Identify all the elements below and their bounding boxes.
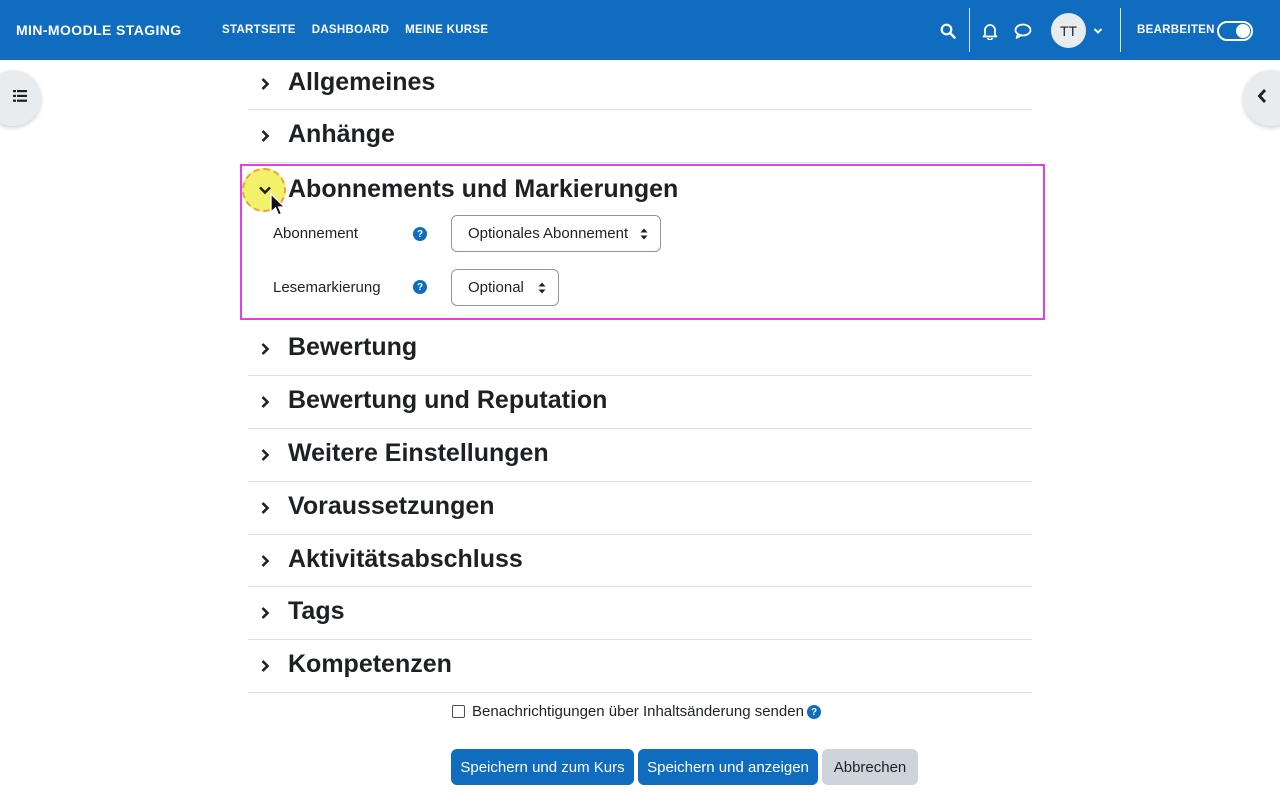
lesemarkierung-label: Lesemarkierung [273,279,381,296]
chevron-right-icon[interactable] [258,77,272,91]
section-weitere-einstellungen: Weitere Einstellungen [248,429,1032,482]
notify-label[interactable]: Benachrichtigungen über Inhaltsänderung … [472,703,804,720]
section-title[interactable]: Bewertung und Reputation [288,386,607,415]
save-return-course-button[interactable]: Speichern und zum Kurs [451,749,634,785]
chevron-right-icon[interactable] [258,606,272,620]
block-drawer-button[interactable] [1243,70,1280,126]
toggle-knob [1236,24,1250,38]
chevron-right-icon[interactable] [258,342,272,356]
list-icon [13,89,27,107]
section-kompetenzen: Kompetenzen [248,640,1032,693]
bell-icon[interactable] [981,21,999,41]
lesemarkierung-value: Optional [468,279,524,296]
help-icon[interactable]: ? [413,227,427,241]
chevron-down-icon[interactable] [1093,26,1103,36]
section-title[interactable]: Voraussetzungen [288,492,495,521]
edit-mode-label: BEARBEITEN [1137,24,1215,36]
nav-dashboard[interactable]: DASHBOARD [312,24,389,36]
chevron-right-icon[interactable] [258,448,272,462]
section-title[interactable]: Bewertung [288,333,417,362]
select-arrows-icon [640,227,648,241]
section-title[interactable]: Kompetenzen [288,650,452,679]
section-title[interactable]: Weitere Einstellungen [288,439,549,468]
chevron-right-icon[interactable] [258,501,272,515]
lesemarkierung-select[interactable]: Optional [451,269,559,306]
section-aktivitaetsabschluss: Aktivitätsabschluss [248,535,1032,587]
section-bewertung-reputation: Bewertung und Reputation [248,376,1032,429]
section-title[interactable]: Tags [288,597,345,626]
section-title[interactable]: Allgemeines [288,68,435,97]
chevron-right-icon[interactable] [258,554,272,568]
section-title[interactable]: Anhänge [288,120,395,149]
chevron-right-icon[interactable] [258,659,272,673]
abonnement-select[interactable]: Optionales Abonnement [451,215,661,252]
section-title[interactable]: Aktivitätsabschluss [288,545,523,574]
nav-startseite[interactable]: STARTSEITE [222,24,296,36]
primary-nav: STARTSEITE DASHBOARD MEINE KURSE [222,24,488,36]
nav-meine-kurse[interactable]: MEINE KURSE [405,24,488,36]
section-allgemeines: Allgemeines [248,58,1032,110]
search-icon[interactable] [939,22,957,40]
top-navbar: MIN-MOODLE STAGING STARTSEITE DASHBOARD … [0,0,1280,60]
abonnement-value: Optionales Abonnement [468,225,629,242]
chevron-right-icon[interactable] [258,129,272,143]
save-display-button[interactable]: Speichern und anzeigen [638,749,818,785]
chevron-left-icon [1257,88,1267,109]
navbar-divider [969,8,970,52]
avatar[interactable]: TT [1051,13,1086,48]
section-bewertung: Bewertung [248,323,1032,376]
section-voraussetzungen: Voraussetzungen [248,482,1032,535]
edit-mode-toggle[interactable] [1217,21,1253,41]
select-arrows-icon [538,281,546,295]
help-icon[interactable]: ? [807,705,821,719]
abonnement-label: Abonnement [273,225,359,242]
section-tags: Tags [248,587,1032,640]
help-icon[interactable]: ? [413,280,427,294]
site-brand[interactable]: MIN-MOODLE STAGING [16,22,182,38]
chat-icon[interactable] [1013,22,1033,40]
navbar-divider [1120,8,1121,52]
notify-checkbox[interactable] [452,705,465,718]
section-anhaenge: Anhänge [248,110,1032,163]
course-index-drawer-button[interactable] [0,70,41,126]
chevron-right-icon[interactable] [258,395,272,409]
cancel-button[interactable]: Abbrechen [822,749,918,785]
